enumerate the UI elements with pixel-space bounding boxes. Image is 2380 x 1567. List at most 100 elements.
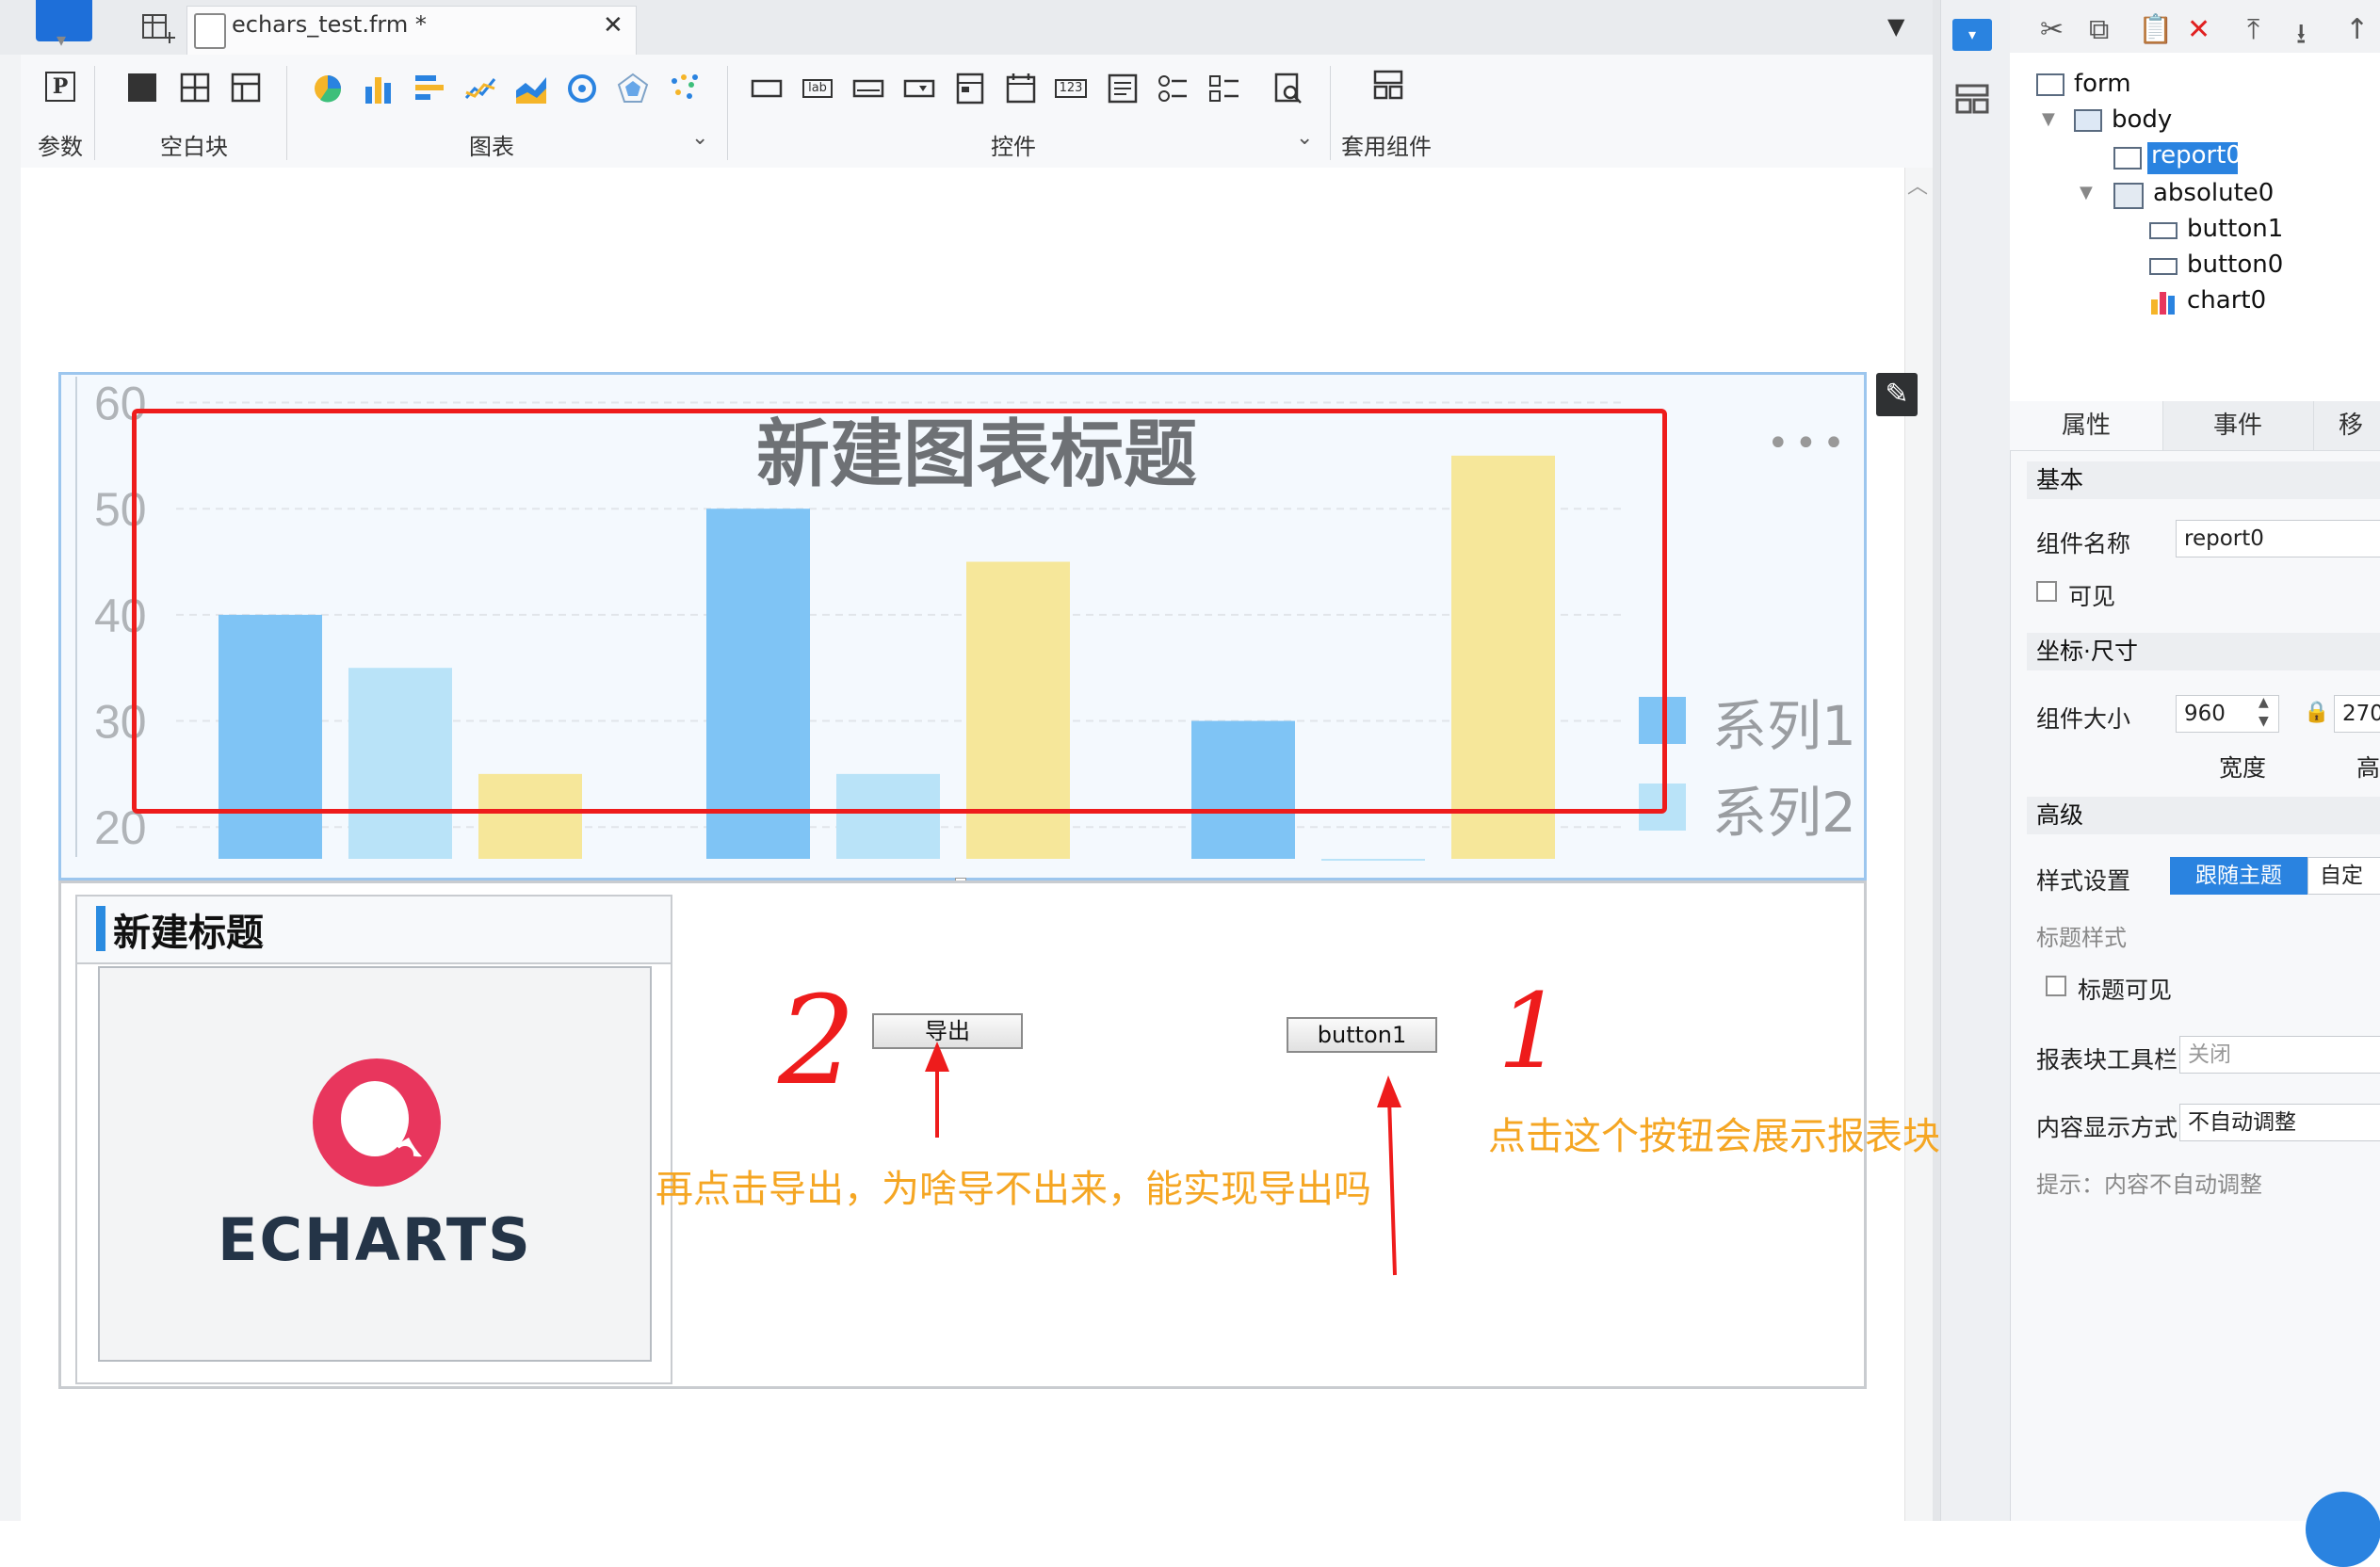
app-menu-caret-icon[interactable]: ▾ [57,28,66,51]
width-stepper-icon[interactable]: ▲ ▼ [2259,693,2269,731]
date-control-icon[interactable] [1004,72,1038,105]
horizontal-bar-icon[interactable] [413,72,446,105]
group-label-blank: 空白块 [160,134,228,160]
annotation-note-2: 再点击导出，为啥导不出来，能实现导出吗 [656,1168,1371,1211]
form-icon [2036,73,2064,96]
move-up-icon[interactable]: ↑ [2345,13,2369,46]
tab-properties[interactable]: 属性 [2010,401,2163,450]
annotation-note-1: 点击这个按钮会展示报表块 [1488,1115,1940,1158]
canvas-scrollbar[interactable] [1904,168,1934,1521]
chart0-icon [2151,292,2175,315]
annotation-arrow-export [925,1042,949,1138]
tree-item-absolute0[interactable]: absolute0 [2153,179,2274,207]
group-label-control: 控件 [991,134,1036,160]
search-control-icon[interactable] [1271,72,1305,105]
title-style-label: 标题样式 [2036,925,2127,951]
move-top-icon[interactable]: ⤒ [2247,13,2259,46]
style-setting-label: 样式设置 [2036,867,2131,895]
group-label-widget: 套用组件 [1341,134,1432,160]
checkbox-group-control-icon[interactable] [1207,72,1241,105]
report-toolbar-select[interactable]: 关闭 [2179,1036,2380,1074]
button-control-icon[interactable] [750,72,784,105]
paste-icon[interactable]: 📋 [2138,13,2173,46]
title-visible-label: 标题可见 [2078,977,2173,1004]
area-chart-icon[interactable] [514,72,548,105]
annotation-step-1: 1 [1498,971,1563,1091]
tree-item-form[interactable]: form [2074,70,2131,98]
tree-item-button1[interactable]: button1 [2187,215,2283,243]
report-block-icon [2113,147,2142,170]
absolute0-expand-icon[interactable]: ▼ [2080,183,2093,202]
component-name-field[interactable]: report0 [2176,520,2380,557]
title-visible-checkbox[interactable] [2046,976,2066,996]
component-panel-toggle-icon[interactable]: ▾ [1952,19,1992,51]
tree-item-chart0[interactable]: chart0 [2187,286,2266,315]
height-field[interactable]: 270 [2334,695,2380,733]
toolbar-separator [94,66,95,160]
panel-divider [1933,0,1940,1521]
height-caption: 高 [2356,754,2380,782]
echarts-wordmark: ECHARTS [218,1205,532,1274]
textarea-control-icon[interactable] [1106,72,1140,105]
body-icon [2074,109,2102,132]
radar-chart-icon[interactable] [616,72,650,105]
content-display-hint: 提示：内容不自动调整 [2036,1171,2262,1198]
window-dropdown-icon[interactable]: ▼ [1887,13,1904,40]
cut-icon[interactable]: ✂ [2040,13,2064,46]
help-assistant-icon[interactable] [2306,1492,2380,1567]
parameter-icon[interactable]: P [45,72,75,102]
annotation-step-2: 2 [778,969,856,1112]
line-chart-icon[interactable] [463,72,497,105]
tree-item-button0[interactable]: button0 [2187,250,2283,279]
scatter-chart-icon[interactable] [667,72,701,105]
tab-block-icon[interactable] [179,72,213,105]
tab-title: echars_test.frm * [232,11,427,38]
copy-icon[interactable]: ⧉ [2089,13,2109,46]
layout-block-icon[interactable] [230,72,264,105]
left-gutter [0,55,21,1521]
width-caption: 宽度 [2219,754,2267,782]
absolute-layout-icon [2113,183,2144,209]
pie-chart-icon[interactable] [311,72,345,105]
toolbar-separator [1330,66,1331,160]
list-control-icon[interactable] [953,72,987,105]
new-template-icon[interactable] [141,13,175,43]
control-group-dropdown-icon[interactable]: ⌄ [1296,126,1313,150]
widget-template-icon[interactable] [1371,68,1405,102]
edit-icon[interactable]: ✎ [1876,373,1918,416]
label-control-icon[interactable]: lab [802,79,833,98]
tab-mobile[interactable]: 移 [2313,401,2380,450]
body-expand-icon[interactable]: ▼ [2042,109,2055,129]
number-control-icon[interactable]: 123 [1055,79,1087,98]
style-custom-button[interactable]: 自定 [2307,857,2380,895]
visible-label: 可见 [2068,583,2116,610]
chart-more-icon[interactable]: ••• [1767,422,1851,465]
dashboard-chart-icon[interactable] [565,72,599,105]
content-display-label: 内容显示方式 [2036,1114,2178,1141]
tab-close-icon[interactable]: ✕ [603,11,623,40]
legend-label-series2: 系列2 [1712,781,1856,845]
style-follow-theme-button[interactable]: 跟随主题 [2170,857,2307,895]
tab-events[interactable]: 事件 [2162,401,2314,450]
form-file-icon [194,13,226,49]
section-advanced[interactable]: 高级 [2027,797,2380,834]
delete-icon[interactable]: ✕ [2187,13,2210,46]
content-display-select[interactable]: 不自动调整 [2179,1104,2380,1141]
text-field-control-icon[interactable] [851,72,885,105]
section-basic[interactable]: 基本 [2027,461,2380,499]
combobox-control-icon[interactable] [902,72,936,105]
visible-checkbox[interactable] [2036,581,2057,602]
bar-chart-icon[interactable] [362,72,396,105]
button1[interactable]: button1 [1287,1017,1437,1053]
tree-item-report0[interactable]: report0 [2151,141,2242,170]
blank-block-icon[interactable] [128,73,156,102]
lock-ratio-icon[interactable]: 🔒 [2304,701,2329,724]
side-strip [1940,0,2011,1521]
component-size-label: 组件大小 [2036,705,2131,733]
tree-item-body[interactable]: body [2112,105,2172,134]
scroll-up-icon[interactable]: ︿ [1907,170,1928,200]
chart-group-dropdown-icon[interactable]: ⌄ [691,126,708,150]
layout-panel-icon[interactable] [1954,83,1990,115]
section-coords-size[interactable]: 坐标·尺寸 [2027,633,2380,670]
radio-group-control-icon[interactable] [1157,72,1190,105]
